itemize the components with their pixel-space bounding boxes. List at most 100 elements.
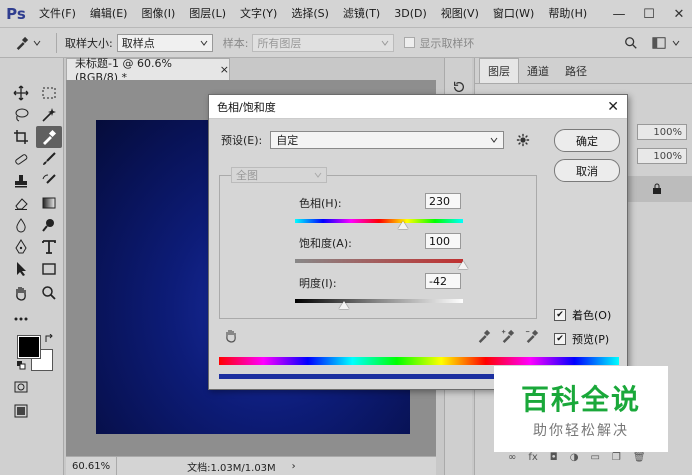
close-window-button[interactable]: ✕ — [672, 7, 686, 22]
hue-label: 色相(H): — [299, 197, 342, 210]
targeted-adjust-hand-icon[interactable] — [223, 327, 239, 343]
menu-filter[interactable]: 滤镜(T) — [336, 0, 387, 28]
path-selection-tool[interactable] — [8, 258, 34, 280]
gradient-tool[interactable] — [36, 192, 62, 214]
marquee-tool[interactable] — [36, 82, 62, 104]
tool-preset-picker[interactable] — [8, 31, 48, 55]
hand-tool[interactable] — [8, 282, 34, 304]
menu-image[interactable]: 图像(I) — [134, 0, 182, 28]
layer-row[interactable] — [625, 176, 692, 202]
saturation-input[interactable]: 100 — [425, 233, 461, 249]
history-brush-tool[interactable] — [36, 170, 62, 192]
options-bar: 取样大小: 取样点 样本: 所有图层 显示取样环 — [0, 28, 692, 58]
blur-tool[interactable] — [8, 214, 34, 236]
show-sampling-ring-checkbox[interactable]: 显示取样环 — [404, 35, 474, 51]
chevron-down-icon — [33, 40, 41, 46]
eyedropper-icon — [43, 129, 57, 145]
clone-stamp-tool[interactable] — [8, 170, 34, 192]
dialog-title: 色相/饱和度 — [217, 100, 276, 114]
document-tab[interactable]: 未标题-1 @ 60.6%(RGB/8) * × — [66, 57, 230, 84]
search-icon[interactable] — [624, 36, 638, 50]
zoom-tool[interactable] — [36, 282, 62, 304]
crop-icon — [14, 130, 28, 144]
lasso-tool[interactable] — [8, 104, 34, 126]
rectangle-tool[interactable] — [36, 258, 62, 280]
preset-value: 自定 — [276, 134, 299, 147]
move-tool[interactable] — [8, 82, 34, 104]
magic-wand-tool[interactable] — [36, 104, 62, 126]
saturation-slider-thumb[interactable] — [458, 261, 468, 269]
cancel-button[interactable]: 取消 — [554, 159, 620, 182]
colorize-checkbox[interactable]: ✔ 着色(O) — [554, 307, 611, 323]
eyedropper-plus-icon[interactable] — [501, 329, 515, 343]
eraser-tool[interactable] — [8, 192, 34, 214]
eyedropper-minus-icon[interactable] — [525, 329, 539, 343]
type-tool[interactable] — [36, 236, 62, 258]
tab-paths[interactable]: 路径 — [557, 59, 595, 83]
hue-slider[interactable] — [295, 219, 463, 229]
dialog-close-button[interactable]: ✕ — [607, 99, 619, 115]
dialog-title-bar[interactable]: 色相/饱和度 ✕ — [209, 95, 627, 119]
swap-colors-icon[interactable] — [44, 334, 54, 344]
fx-icon[interactable]: fx — [528, 452, 537, 468]
close-tab-icon[interactable]: × — [220, 63, 229, 76]
menu-help[interactable]: 帮助(H) — [541, 0, 594, 28]
preset-options-gear-icon[interactable] — [516, 133, 530, 147]
healing-brush-tool[interactable] — [8, 148, 34, 170]
lightness-input[interactable]: -42 — [425, 273, 461, 289]
link-icon[interactable]: ∞ — [508, 452, 516, 468]
group-icon[interactable]: ▭ — [590, 452, 599, 468]
channel-value: 全图 — [236, 169, 258, 182]
menu-window[interactable]: 窗口(W) — [486, 0, 541, 28]
preset-select[interactable]: 自定 — [270, 131, 505, 149]
brush-tool[interactable] — [36, 148, 62, 170]
workspace-icon[interactable] — [652, 36, 666, 50]
menu-file[interactable]: 文件(F) — [32, 0, 83, 28]
minimize-button[interactable]: — — [612, 7, 626, 22]
dodge-tool[interactable] — [36, 214, 62, 236]
hue-input[interactable]: 230 — [425, 193, 461, 209]
fill-field[interactable]: 100% — [637, 148, 687, 164]
sample-select[interactable]: 所有图层 — [252, 33, 395, 52]
maximize-button[interactable]: ☐ — [642, 7, 656, 22]
tab-layers[interactable]: 图层 — [479, 58, 519, 83]
menu-view[interactable]: 视图(V) — [434, 0, 486, 28]
more-icon — [14, 317, 28, 321]
channel-select[interactable]: 全图 — [231, 167, 327, 183]
mask-icon[interactable]: ◘ — [550, 452, 558, 468]
adjustment-icon[interactable]: ◑ — [570, 452, 579, 468]
quick-mask-button[interactable] — [8, 376, 34, 398]
default-colors-icon[interactable] — [16, 360, 26, 370]
pen-icon — [15, 239, 27, 254]
menu-3d[interactable]: 3D(D) — [387, 0, 434, 28]
ok-button[interactable]: 确定 — [554, 129, 620, 152]
menu-edit[interactable]: 编辑(E) — [83, 0, 135, 28]
rectangle-icon — [42, 263, 56, 275]
trash-icon[interactable]: 🗑 — [633, 452, 646, 468]
hue-slider-thumb[interactable] — [397, 221, 408, 229]
saturation-slider[interactable] — [295, 259, 468, 269]
sample-size-select[interactable]: 取样点 — [116, 33, 213, 52]
eyedropper-icon[interactable] — [477, 329, 491, 343]
tab-channels[interactable]: 通道 — [519, 59, 557, 83]
opacity-field[interactable]: 100% — [637, 124, 687, 140]
eyedropper-tool[interactable] — [36, 126, 62, 148]
crop-tool[interactable] — [8, 126, 34, 148]
lightness-slider[interactable] — [295, 299, 463, 309]
menu-type[interactable]: 文字(Y) — [233, 0, 284, 28]
hue-saturation-dialog: 色相/饱和度 ✕ 预设(E): 自定 确定 取消 全图 色相(H): 230 饱… — [208, 94, 628, 390]
lightness-slider-thumb[interactable] — [338, 301, 349, 309]
status-menu-arrow[interactable]: › — [292, 461, 296, 472]
pen-tool[interactable] — [8, 236, 34, 258]
preview-checkbox[interactable]: ✔ 预览(P) — [554, 331, 609, 347]
menu-layer[interactable]: 图层(L) — [182, 0, 233, 28]
chevron-down-icon[interactable] — [672, 39, 680, 47]
screen-mode-button[interactable] — [8, 400, 34, 422]
zoom-level[interactable]: 60.61% — [66, 457, 118, 475]
show-sampling-ring-label: 显示取样环 — [419, 36, 475, 50]
edit-toolbar-button[interactable] — [8, 308, 34, 330]
menu-select[interactable]: 选择(S) — [284, 0, 336, 28]
new-layer-icon[interactable]: ❐ — [612, 452, 621, 468]
sample-size-value: 取样点 — [121, 36, 155, 50]
history-icon[interactable] — [452, 80, 466, 94]
